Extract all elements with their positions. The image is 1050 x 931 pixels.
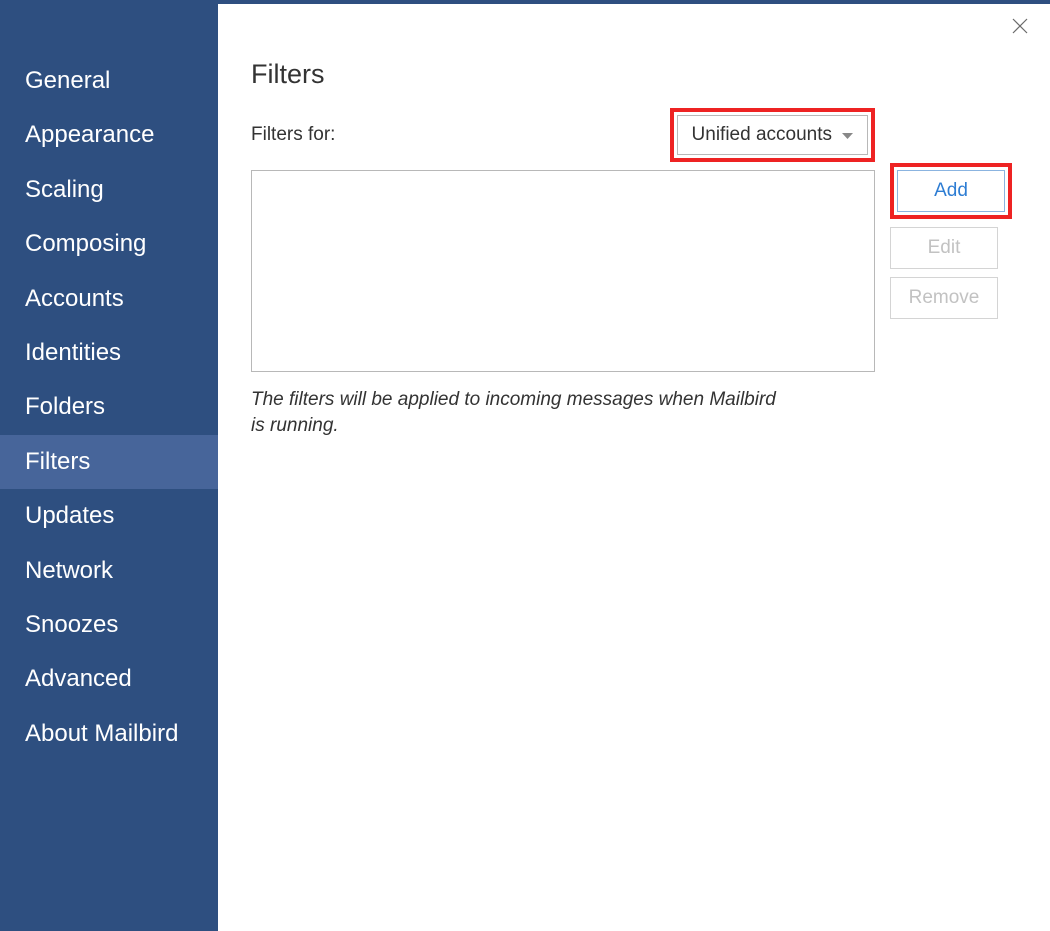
page-title: Filters	[251, 59, 1012, 90]
sidebar-item-about-mailbird[interactable]: About Mailbird	[0, 707, 218, 761]
account-dropdown[interactable]: Unified accounts	[677, 115, 868, 155]
sidebar: General Appearance Scaling Composing Acc…	[0, 4, 218, 931]
sidebar-item-updates[interactable]: Updates	[0, 489, 218, 543]
edit-button[interactable]: Edit	[890, 227, 998, 269]
filters-listbox[interactable]	[251, 170, 875, 372]
sidebar-item-general[interactable]: General	[0, 54, 218, 108]
sidebar-item-network[interactable]: Network	[0, 544, 218, 598]
sidebar-item-snoozes[interactable]: Snoozes	[0, 598, 218, 652]
settings-container: General Appearance Scaling Composing Acc…	[0, 4, 1050, 931]
dropdown-annotation-highlight: Unified accounts	[670, 108, 875, 162]
sidebar-item-composing[interactable]: Composing	[0, 217, 218, 271]
filters-for-label: Filters for:	[251, 124, 335, 146]
sidebar-item-accounts[interactable]: Accounts	[0, 272, 218, 326]
add-button[interactable]: Add	[897, 170, 1005, 212]
filters-row: Filters for: Unified accounts The filter…	[251, 108, 1012, 438]
sidebar-item-appearance[interactable]: Appearance	[0, 108, 218, 162]
filters-left-column: Filters for: Unified accounts The filter…	[251, 108, 875, 438]
filters-for-row: Filters for: Unified accounts	[251, 108, 875, 162]
chevron-down-icon	[842, 124, 853, 146]
close-icon	[1012, 18, 1028, 39]
sidebar-item-folders[interactable]: Folders	[0, 380, 218, 434]
add-button-annotation-highlight: Add	[890, 163, 1012, 219]
sidebar-item-advanced[interactable]: Advanced	[0, 652, 218, 706]
close-button[interactable]	[1010, 18, 1030, 38]
sidebar-item-filters[interactable]: Filters	[0, 435, 218, 489]
sidebar-item-identities[interactable]: Identities	[0, 326, 218, 380]
dropdown-selected-value: Unified accounts	[692, 124, 832, 146]
filters-explanation-text: The filters will be applied to incoming …	[251, 387, 781, 438]
remove-button[interactable]: Remove	[890, 277, 998, 319]
main-panel: Filters Filters for: Unified accounts	[218, 4, 1050, 931]
sidebar-item-scaling[interactable]: Scaling	[0, 163, 218, 217]
filter-buttons-column: Add Edit Remove	[890, 163, 1012, 319]
